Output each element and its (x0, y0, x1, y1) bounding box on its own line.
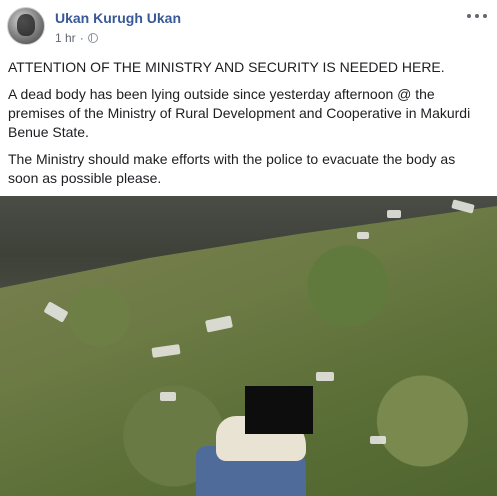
post-paragraph: ATTENTION OF THE MINISTRY AND SECURITY I… (8, 59, 445, 75)
globe-icon[interactable] (87, 33, 98, 43)
more-options-icon[interactable] (467, 9, 487, 23)
litter-item (316, 372, 334, 381)
person-figure (196, 386, 356, 496)
post-header: Ukan Kurugh Ukan 1 hr · (0, 0, 497, 52)
author-avatar[interactable] (7, 7, 45, 45)
post-meta: 1 hr · (55, 31, 98, 45)
litter-item (370, 436, 386, 444)
litter-item (160, 392, 176, 401)
post-photo[interactable] (0, 196, 497, 496)
censor-block (245, 386, 313, 434)
litter-item (387, 210, 401, 218)
author-name-link[interactable]: Ukan Kurugh Ukan (55, 10, 181, 26)
post-paragraph: The Ministry should make efforts with th… (8, 151, 456, 186)
post-paragraph: A dead body has been lying outside since… (8, 86, 471, 140)
more-dot (475, 14, 479, 18)
post-text: ATTENTION OF THE MINISTRY AND SECURITY I… (8, 58, 488, 196)
facebook-post: Ukan Kurugh Ukan 1 hr · ATTENTION OF THE… (0, 0, 497, 496)
post-timestamp[interactable]: 1 hr (55, 31, 76, 45)
litter-item (357, 232, 369, 239)
more-dot (467, 14, 471, 18)
meta-separator: · (79, 31, 84, 45)
more-dot (483, 14, 487, 18)
